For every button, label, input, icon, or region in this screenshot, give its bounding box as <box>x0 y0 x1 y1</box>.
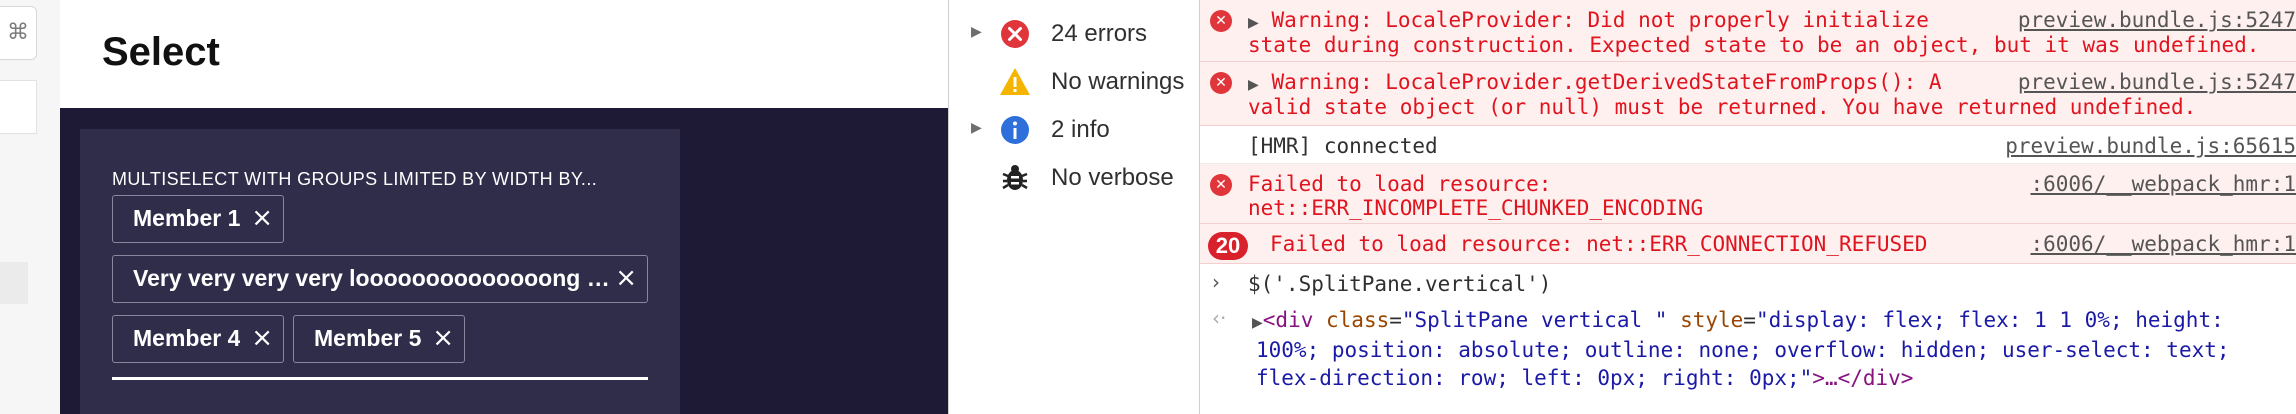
console-error-message[interactable]: ✕ ▶ Warning: LocaleProvider.getDerivedSt… <box>1200 62 2296 126</box>
message-text: Failed to load resource: <box>1248 172 1552 196</box>
tag-close: >…</div> <box>1812 366 1914 390</box>
result-arrow-icon: ‹· <box>1212 306 1227 330</box>
message-text: [HMR] connected <box>1248 134 1438 158</box>
expand-arrow-icon[interactable]: ▶ <box>971 120 982 136</box>
chip-long-member[interactable]: Very very very very loooooooooooooong Me… <box>112 255 648 303</box>
console-command: › $('.SplitPane.vertical') <box>1200 264 2296 302</box>
remove-chip-icon[interactable]: × <box>251 316 273 361</box>
filter-warnings[interactable]: No warnings <box>949 62 1199 102</box>
attr-value: flex-direction: row; left: 0px; right: 0… <box>1256 366 1813 390</box>
console-error-message[interactable]: 20 Failed to load resource: net::ERR_CON… <box>1200 224 2296 264</box>
message-text: Failed to load resource: net::ERR_CONNEC… <box>1270 232 1928 256</box>
source-link[interactable]: preview.bundle.js:65615 <box>2005 134 2296 158</box>
message-text: Warning: LocaleProvider.getDerivedStateF… <box>1271 70 1942 94</box>
error-icon <box>1001 20 1029 48</box>
info-icon <box>1001 116 1029 144</box>
expand-triangle-icon[interactable]: ▶ <box>1252 315 1263 331</box>
message-text: net::ERR_INCOMPLETE_CHUNKED_ENCODING <box>1248 196 1704 220</box>
attr-value: 100%; position: absolute; outline: none;… <box>1256 338 2230 362</box>
filter-errors[interactable]: ▶ 24 errors <box>949 14 1199 54</box>
remove-chip-icon[interactable]: × <box>615 256 637 301</box>
filter-info[interactable]: ▶ 2 info <box>949 110 1199 150</box>
source-link[interactable]: preview.bundle.js:5247 <box>2018 70 2296 94</box>
storybook-preview: ⌘ Select MULTISELECT WITH GROUPS LIMITED… <box>0 0 948 414</box>
left-rail: ⌘ <box>0 0 60 414</box>
filter-label: No verbose <box>1051 164 1174 191</box>
filter-label: 24 errors <box>1051 20 1148 47</box>
story-header: Select <box>60 0 948 109</box>
page-title: Select <box>102 30 220 74</box>
expand-triangle-icon[interactable]: ▶ <box>1248 15 1259 31</box>
filter-verbose[interactable]: No verbose <box>949 158 1199 198</box>
console-error-message[interactable]: ✕ ▶ Warning: LocaleProvider: Did not pro… <box>1200 0 2296 62</box>
expand-arrow-icon[interactable]: ▶ <box>971 24 982 40</box>
warning-icon <box>1000 68 1030 95</box>
attr-name: class <box>1326 308 1390 332</box>
filter-label: No warnings <box>1051 68 1185 95</box>
bug-icon <box>1002 165 1028 190</box>
filter-label: 2 info <box>1051 116 1110 143</box>
error-icon: ✕ <box>1210 10 1232 32</box>
multiselect-card: MULTISELECT WITH GROUPS LIMITED BY WIDTH… <box>80 129 680 414</box>
chip-member-5[interactable]: Member 5 × <box>293 315 465 363</box>
chip-member-4[interactable]: Member 4 × <box>112 315 284 363</box>
chip-label: Member 1 <box>133 205 241 231</box>
console-messages: ✕ ▶ Warning: LocaleProvider: Did not pro… <box>1200 0 2296 414</box>
chip-label: Very very very very loooooooooooooong Me… <box>133 265 613 291</box>
repeat-count-badge: 20 <box>1208 232 1248 260</box>
input-underline <box>112 377 648 380</box>
command-key-icon[interactable]: ⌘ <box>0 6 37 60</box>
console-info-message[interactable]: [HMR] connected preview.bundle.js:65615 <box>1200 126 2296 164</box>
console-error-message[interactable]: ✕ Failed to load resource: net::ERR_INCO… <box>1200 164 2296 224</box>
selected-nav-item[interactable] <box>0 262 28 304</box>
remove-chip-icon[interactable]: × <box>251 196 273 241</box>
tag-open: <div <box>1262 308 1314 332</box>
field-label: MULTISELECT WITH GROUPS LIMITED BY WIDTH… <box>112 169 598 189</box>
console-filter-sidebar: ▶ 24 errors No warnings ▶ 2 info No verb… <box>948 0 1200 414</box>
message-text: Warning: LocaleProvider: Did not properl… <box>1271 8 1929 32</box>
source-link[interactable]: :6006/__webpack_hmr:1 <box>2030 232 2296 256</box>
story-canvas: MULTISELECT WITH GROUPS LIMITED BY WIDTH… <box>60 108 948 414</box>
prompt-chevron-icon: › <box>1212 270 1220 294</box>
search-box[interactable] <box>0 80 37 134</box>
remove-chip-icon[interactable]: × <box>432 316 454 361</box>
attr-value: "display: flex; flex: 1 1 0%; height: <box>1755 308 2224 332</box>
source-link[interactable]: preview.bundle.js:5247 <box>2018 8 2296 32</box>
source-link[interactable]: :6006/__webpack_hmr:1 <box>2030 172 2296 196</box>
chip-label: Member 4 <box>133 325 241 351</box>
attr-value: "SplitPane vertical " <box>1401 308 1668 332</box>
console-result[interactable]: ‹· ▶<div class="SplitPane vertical " sty… <box>1200 302 2296 414</box>
chip-member-1[interactable]: Member 1 × <box>112 195 284 243</box>
chip-label: Member 5 <box>314 325 422 351</box>
expand-triangle-icon[interactable]: ▶ <box>1248 77 1259 93</box>
message-text: valid state object (or null) must be ret… <box>1248 95 2197 119</box>
command-text: $('.SplitPane.vertical') <box>1248 272 1552 296</box>
error-icon: ✕ <box>1210 174 1232 196</box>
error-icon: ✕ <box>1210 72 1232 94</box>
attr-name: style <box>1680 308 1744 332</box>
message-text: state during construction. Expected stat… <box>1248 33 2260 57</box>
